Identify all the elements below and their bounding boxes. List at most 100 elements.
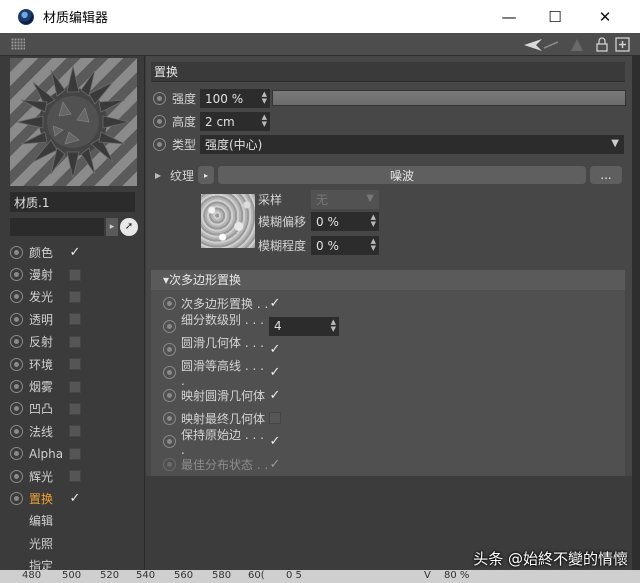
section-header: 置换	[151, 62, 625, 82]
channel-fog[interactable]: 烟雾	[10, 375, 140, 397]
channel-normal[interactable]: 法线	[10, 420, 140, 442]
type-row: 类型 强度(中心) ▼	[153, 135, 624, 154]
option-checkbox[interactable]: ✓	[269, 389, 281, 402]
sampling-dropdown[interactable]: 无 ▼	[311, 190, 379, 209]
channel-checkbox[interactable]: ✓	[69, 246, 81, 259]
option-checkbox[interactable]: ✓	[269, 343, 281, 356]
radio-icon[interactable]	[10, 290, 23, 304]
radio-icon[interactable]	[153, 115, 166, 128]
channel-reflectance[interactable]: 反射	[10, 331, 140, 353]
channel-checkbox[interactable]	[69, 358, 81, 371]
strength-value: 100 %	[205, 91, 244, 106]
blur-offset-input[interactable]: 0 % ▲ ▼	[311, 212, 379, 231]
channel-diffusion[interactable]: 漫射	[10, 263, 140, 285]
material-preview[interactable]	[10, 58, 137, 186]
option-label: 最佳分布状态 . .	[181, 457, 269, 472]
radio-icon[interactable]	[163, 411, 176, 425]
option-checkbox[interactable]: ✓	[269, 297, 281, 310]
channel-bump[interactable]: 凹凸	[10, 398, 140, 420]
strength-input[interactable]: 100 % ▲ ▼	[200, 89, 270, 108]
channel-checkbox[interactable]	[69, 313, 81, 326]
texture-thumbnail[interactable]	[201, 194, 255, 248]
channel-label: 透明	[29, 312, 54, 327]
spinner-icon[interactable]: ▲ ▼	[331, 318, 336, 333]
spinner-icon[interactable]: ▲ ▼	[262, 114, 267, 128]
texture-more-button[interactable]: ...	[590, 166, 622, 184]
expand-triangle-icon[interactable]: ▶	[155, 171, 170, 180]
new-window-icon[interactable]	[614, 36, 630, 53]
radio-icon[interactable]	[163, 319, 176, 333]
best-distribution-row: 最佳分布状态 . . ✓	[163, 454, 281, 474]
channel-checkbox[interactable]	[69, 470, 81, 483]
channel-environment[interactable]: 环境	[10, 353, 140, 375]
minimize-button[interactable]: —	[486, 0, 532, 33]
option-checkbox[interactable]	[269, 412, 281, 424]
sidebar-item-illumination[interactable]: 光照	[10, 532, 140, 554]
channel-checkbox[interactable]	[69, 425, 81, 438]
radio-icon[interactable]	[10, 268, 23, 282]
sampling-row: 采样 无 ▼	[258, 190, 379, 209]
maximize-button[interactable]: ☐	[532, 0, 578, 33]
radio-icon[interactable]	[10, 335, 23, 349]
option-label: 保持原始边 . . . .	[181, 427, 264, 457]
ruler-tick: 60(	[248, 570, 265, 581]
back-arrow-icon[interactable]	[522, 36, 560, 53]
radio-icon[interactable]	[10, 491, 23, 505]
radio-icon[interactable]	[10, 357, 23, 371]
channel-alpha[interactable]: Alpha	[10, 443, 140, 465]
radio-icon[interactable]	[153, 92, 166, 105]
option-label: 次多边形置换 . .	[181, 296, 269, 311]
spinner-icon[interactable]: ▲ ▼	[371, 238, 376, 252]
radio-icon[interactable]	[163, 365, 176, 379]
radio-icon[interactable]	[163, 342, 176, 356]
channel-checkbox[interactable]: ✓	[69, 492, 81, 505]
radio-icon[interactable]	[10, 469, 23, 483]
channel-color[interactable]: 颜色 ✓	[10, 241, 140, 263]
channel-transparency[interactable]: 透明	[10, 308, 140, 330]
spinner-icon[interactable]: ▲ ▼	[371, 214, 376, 228]
radio-icon[interactable]	[10, 245, 23, 259]
sidebar-item-edit[interactable]: 编辑	[10, 510, 140, 532]
radio-icon[interactable]	[10, 447, 23, 461]
channel-list: 颜色 ✓ 漫射 发光 透明 反射 环境 烟雾 凹凸 法线 Alpha 辉光 置换 ✓…	[10, 241, 140, 577]
radio-icon[interactable]	[163, 434, 176, 448]
lock-icon[interactable]	[595, 36, 609, 53]
up-arrow-icon[interactable]	[570, 36, 584, 53]
option-checkbox[interactable]: ✓	[269, 366, 281, 379]
material-link-field[interactable]	[10, 218, 104, 236]
close-button[interactable]: ✕	[582, 0, 628, 33]
channel-glow[interactable]: 辉光	[10, 465, 140, 487]
channel-displacement[interactable]: 置换 ✓	[10, 487, 140, 509]
expand-arrow-icon[interactable]: ▸	[106, 218, 118, 236]
height-input[interactable]: 2 cm ▲ ▼	[200, 112, 270, 131]
channel-checkbox[interactable]	[69, 447, 81, 460]
subdivision-level-input[interactable]: 4 ▲ ▼	[269, 316, 339, 336]
radio-icon[interactable]	[153, 138, 166, 151]
type-dropdown[interactable]: 强度(中心) ▼	[200, 135, 624, 154]
texture-row: ▶ 纹理 ▸ 噪波 ...	[155, 166, 622, 184]
channel-luminance[interactable]: 发光	[10, 286, 140, 308]
channel-checkbox[interactable]	[69, 268, 81, 281]
chevron-down-icon: ▼	[611, 138, 619, 149]
radio-icon[interactable]	[163, 388, 176, 402]
subpoly-header[interactable]: ▾次多边形置换	[151, 270, 625, 290]
grip-icon[interactable]	[11, 38, 25, 50]
channel-checkbox[interactable]	[69, 335, 81, 348]
channel-checkbox[interactable]	[69, 380, 81, 393]
radio-icon[interactable]	[10, 424, 23, 438]
spinner-icon[interactable]: ▲ ▼	[262, 91, 267, 105]
radio-icon[interactable]	[10, 402, 23, 416]
radio-icon[interactable]	[10, 380, 23, 394]
texture-menu-button[interactable]: ▸	[198, 166, 214, 184]
option-checkbox[interactable]: ✓	[269, 435, 281, 448]
texture-noise-button[interactable]: 噪波	[218, 166, 586, 184]
ruler-tick: 0 5	[286, 570, 302, 581]
picker-icon[interactable]: ➚	[120, 218, 138, 236]
radio-icon[interactable]	[10, 312, 23, 326]
channel-checkbox[interactable]	[69, 290, 81, 303]
radio-icon[interactable]	[163, 296, 176, 310]
material-name-field[interactable]: 材质.1	[10, 192, 135, 212]
channel-checkbox[interactable]	[69, 402, 81, 415]
strength-slider[interactable]	[272, 90, 626, 106]
blur-scale-input[interactable]: 0 % ▲ ▼	[311, 236, 379, 255]
